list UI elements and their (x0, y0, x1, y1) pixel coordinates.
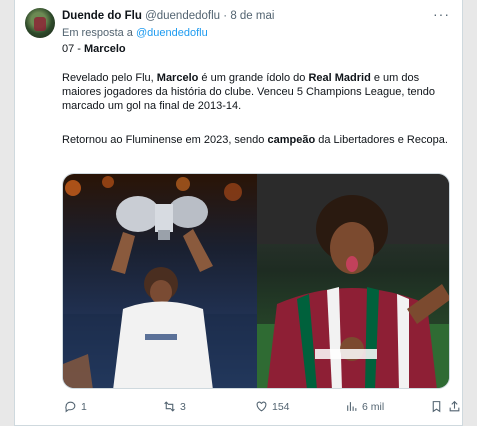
p2-text-a: Retornou ao Fluminense em 2023, sendo (62, 134, 268, 146)
heart-icon (256, 401, 267, 412)
views-count: 6 mil (362, 400, 385, 413)
bookmark-button[interactable] (430, 400, 443, 413)
share-button[interactable] (448, 400, 461, 413)
fluminense-photo-illustration (257, 174, 449, 388)
retweet-count: 3 (180, 400, 186, 413)
number-prefix: 07 - (62, 43, 85, 55)
tweet-media[interactable] (62, 173, 450, 389)
photo-real-madrid-trophy[interactable] (63, 174, 257, 388)
views-button[interactable]: 6 mil (345, 400, 384, 413)
p1-text-c: é um grande ídolo do (198, 72, 309, 84)
author-name[interactable]: Duende do Flu (62, 10, 142, 22)
more-options-icon[interactable]: ··· (433, 6, 450, 22)
like-button[interactable]: 154 (255, 400, 290, 413)
p2-bold-campeao: campeão (267, 134, 316, 146)
like-count: 154 (272, 400, 290, 413)
separator: · (223, 10, 228, 22)
tweet-actions: 1 3 154 6 mil (62, 398, 460, 418)
author-handle[interactable]: @duendedoflu (145, 10, 220, 22)
p1-text-a: Revelado pelo Flu, (62, 72, 157, 84)
avatar[interactable] (25, 8, 55, 38)
p1-bold-real-madrid: Real Madrid (308, 72, 371, 84)
tweet-paragraph-1: Revelado pelo Flu, Marcelo é um grande í… (62, 71, 457, 113)
tweet-title-line: 07 - Marcelo (62, 42, 457, 56)
reply-count: 1 (81, 400, 87, 413)
tweet-paragraph-2: Retornou ao Fluminense em 2023, sendo ca… (62, 133, 457, 147)
retweet-button[interactable]: 3 (163, 400, 186, 413)
retweet-icon (164, 401, 175, 412)
reply-prefix: Em resposta a (62, 27, 133, 39)
p1-bold-marcelo: Marcelo (156, 72, 199, 84)
trophy-photo-illustration (63, 176, 257, 388)
views-icon (347, 402, 357, 411)
p2-text-c: da Libertadores e Recopa. (315, 134, 448, 146)
reply-context: Em resposta a @duendedoflu (62, 27, 208, 39)
bookmark-icon (432, 401, 441, 413)
share-icon (449, 400, 460, 412)
tweet-header: Duende do Flu @duendedoflu · 8 de mai (62, 10, 274, 22)
reply-icon (65, 401, 76, 413)
photo-fluminense-shirt[interactable] (257, 174, 449, 388)
tweet-date[interactable]: 8 de mai (230, 10, 274, 22)
reply-button[interactable]: 1 (64, 400, 87, 413)
reply-to-link[interactable]: @duendedoflu (136, 27, 208, 39)
player-name: Marcelo (84, 43, 126, 55)
tweet-card[interactable]: Duende do Flu @duendedoflu · 8 de mai ··… (14, 0, 463, 426)
